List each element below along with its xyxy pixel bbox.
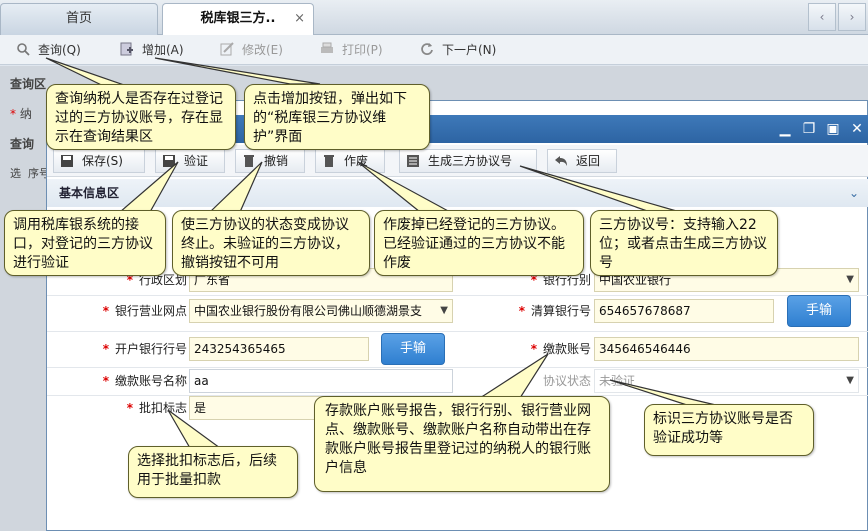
- callout-add: 点击增加按钮，弹出如下的“税库银三方协议维护”界面: [244, 84, 430, 150]
- connector-status: [609, 379, 721, 407]
- callout-query: 查询纳税人是否存在过登记过的三方协议账号，存在显示在查询结果区: [46, 84, 236, 150]
- connector-batch: [167, 409, 222, 449]
- connector-add: [154, 57, 321, 85]
- connector-agreement-no: [519, 165, 681, 213]
- connector-account-report: [477, 353, 549, 399]
- callout-account-report: 存款账户账号报告，银行行别、银行营业网点、缴款账号、缴款账户名称自动带出在存款账…: [314, 396, 610, 492]
- callout-status: 标识三方协议账号是否验证成功等: [644, 404, 814, 456]
- callout-batch: 选择批扣标志后，后续用于批量扣款: [128, 446, 298, 498]
- callout-verify: 调用税库银系统的接口，对登记的三方协议进行验证: [4, 210, 166, 276]
- connector-verify: [118, 161, 179, 213]
- callout-cancel: 使三方协议的状态变成协议终止。未验证的三方协议，撤销按钮不可用: [172, 210, 370, 276]
- callout-agreement-no: 三方协议号：支持输入22位；或者点击生成三方协议号: [590, 210, 778, 276]
- callout-void: 作废掉已经登记的三方协议。已经验证通过的三方协议不能作废: [374, 210, 584, 276]
- connector-cancel: [208, 161, 263, 213]
- connector-void: [357, 161, 451, 213]
